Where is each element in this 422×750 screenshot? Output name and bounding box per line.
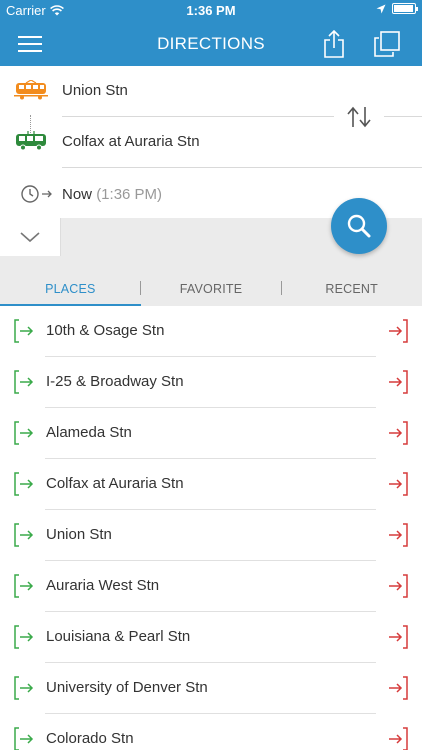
bus-icon bbox=[16, 131, 46, 151]
train-icon bbox=[14, 80, 48, 100]
destination-row[interactable]: Colfax at Auraria Stn bbox=[0, 117, 422, 167]
place-label: Auraria West Stn bbox=[46, 577, 160, 594]
list-item[interactable]: University of Denver Stn bbox=[0, 663, 422, 714]
tab-separator bbox=[281, 281, 282, 295]
set-destination-icon[interactable] bbox=[387, 574, 409, 598]
divider bbox=[62, 167, 422, 168]
status-right bbox=[376, 3, 418, 14]
set-destination-icon[interactable] bbox=[387, 421, 409, 445]
tab-separator bbox=[140, 281, 141, 295]
share-icon bbox=[324, 30, 344, 58]
set-origin-icon[interactable] bbox=[13, 574, 35, 598]
set-destination-icon[interactable] bbox=[387, 727, 409, 750]
set-destination-icon[interactable] bbox=[387, 523, 409, 547]
origin-label: Union Stn bbox=[62, 82, 128, 99]
share-button[interactable] bbox=[318, 28, 350, 60]
set-origin-icon[interactable] bbox=[13, 625, 35, 649]
place-label: University of Denver Stn bbox=[46, 679, 208, 696]
tab-favorite[interactable]: FAVORITE bbox=[141, 270, 282, 306]
header: Carrier 1:36 PM DIRECTIONS bbox=[0, 0, 422, 66]
route-form: Union Stn Colfax at Auraria Stn Now (1:3… bbox=[0, 66, 422, 218]
navbar: DIRECTIONS bbox=[0, 22, 422, 66]
list-item[interactable]: Colorado Stn bbox=[0, 714, 422, 750]
time-detail-label: (1:36 PM) bbox=[96, 186, 163, 203]
tab-recent[interactable]: RECENT bbox=[281, 270, 422, 306]
list-item[interactable]: Auraria West Stn bbox=[0, 561, 422, 612]
tab-places[interactable]: PLACES bbox=[0, 270, 141, 306]
list-item[interactable]: Louisiana & Pearl Stn bbox=[0, 612, 422, 663]
list-item[interactable]: 10th & Osage Stn bbox=[0, 306, 422, 357]
set-destination-icon[interactable] bbox=[387, 472, 409, 496]
set-destination-icon[interactable] bbox=[387, 370, 409, 394]
set-origin-icon[interactable] bbox=[13, 421, 35, 445]
set-origin-icon[interactable] bbox=[13, 472, 35, 496]
status-bar: Carrier 1:36 PM bbox=[0, 0, 422, 22]
place-label: I-25 & Broadway Stn bbox=[46, 373, 184, 390]
set-destination-icon[interactable] bbox=[387, 625, 409, 649]
list-item[interactable]: Alameda Stn bbox=[0, 408, 422, 459]
expand-options-button[interactable] bbox=[0, 218, 61, 256]
places-list: 10th & Osage Stn I-25 & Broadway Stn Ala… bbox=[0, 306, 422, 750]
place-label: Louisiana & Pearl Stn bbox=[46, 628, 191, 645]
set-origin-icon[interactable] bbox=[13, 676, 35, 700]
time-mode-label: Now bbox=[62, 186, 93, 203]
set-origin-icon[interactable] bbox=[13, 319, 35, 343]
place-label: Colorado Stn bbox=[46, 730, 134, 747]
list-item[interactable]: I-25 & Broadway Stn bbox=[0, 357, 422, 408]
departure-time: Now (1:36 PM) bbox=[62, 186, 162, 203]
battery-icon bbox=[392, 3, 418, 14]
destination-label: Colfax at Auraria Stn bbox=[62, 133, 200, 150]
search-icon bbox=[347, 214, 371, 238]
set-destination-icon[interactable] bbox=[387, 319, 409, 343]
list-item[interactable]: Union Stn bbox=[0, 510, 422, 561]
place-label: Union Stn bbox=[46, 526, 112, 543]
place-label: 10th & Osage Stn bbox=[46, 322, 165, 339]
page-title: DIRECTIONS bbox=[157, 34, 265, 53]
location-arrow-icon bbox=[376, 4, 386, 13]
status-time: 1:36 PM bbox=[186, 3, 236, 18]
set-origin-icon[interactable] bbox=[13, 370, 35, 394]
chevron-down-icon bbox=[20, 232, 40, 243]
copy-icon bbox=[374, 31, 400, 57]
tab-bar: PLACES FAVORITE RECENT bbox=[0, 270, 422, 306]
search-button[interactable] bbox=[331, 198, 387, 254]
clock-icon bbox=[21, 185, 52, 203]
set-origin-icon[interactable] bbox=[13, 727, 35, 750]
place-label: Alameda Stn bbox=[46, 424, 132, 441]
set-origin-icon[interactable] bbox=[13, 523, 35, 547]
place-label: Colfax at Auraria Stn bbox=[46, 475, 184, 492]
set-destination-icon[interactable] bbox=[387, 676, 409, 700]
list-item[interactable]: Colfax at Auraria Stn bbox=[0, 459, 422, 510]
copy-button[interactable] bbox=[371, 28, 403, 60]
